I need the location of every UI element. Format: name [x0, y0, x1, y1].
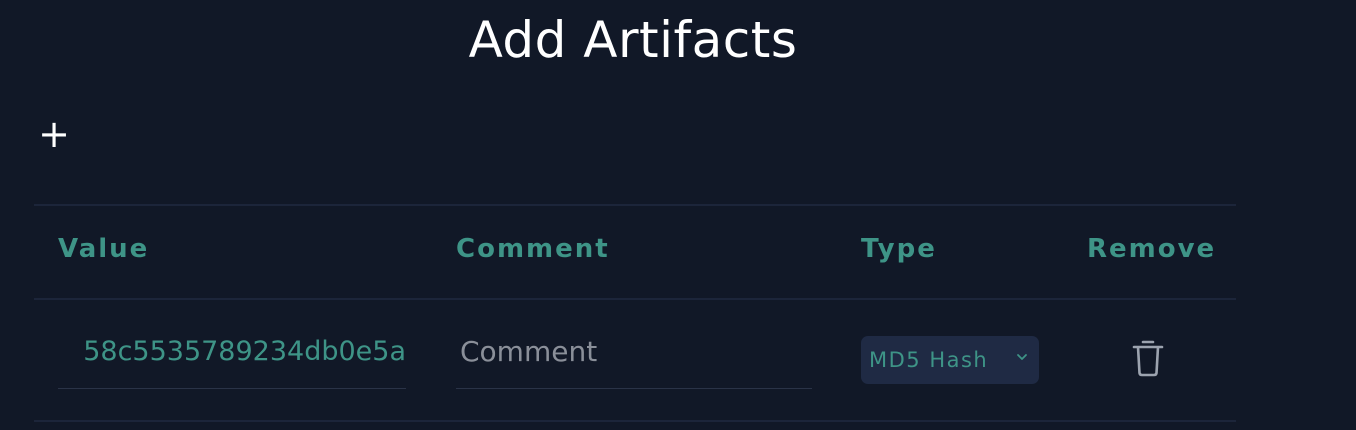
comment-cell: [456, 326, 812, 389]
value-input[interactable]: [58, 326, 406, 376]
column-header-remove: Remove: [1087, 234, 1217, 264]
column-header-type: Type: [861, 234, 937, 264]
table-row: MD5 Hash: [34, 300, 1236, 420]
type-select-value: MD5 Hash: [869, 348, 989, 372]
comment-input[interactable]: [456, 326, 810, 376]
table-bottom-divider: [34, 420, 1236, 422]
value-cell: [58, 326, 406, 389]
add-artifact-button[interactable]: +: [36, 114, 72, 154]
column-header-comment: Comment: [456, 234, 610, 264]
table-header-row: Value Comment Type Remove: [34, 206, 1236, 298]
chevron-down-icon: [1017, 354, 1027, 360]
trash-icon[interactable]: [1130, 338, 1166, 378]
page-title: Add Artifacts: [468, 11, 798, 69]
column-header-value: Value: [58, 234, 150, 264]
artifacts-table: Value Comment Type Remove MD5 Hash: [34, 204, 1236, 422]
type-select[interactable]: MD5 Hash: [861, 336, 1039, 384]
add-artifacts-panel: Add Artifacts + Value Comment Type Remov…: [0, 0, 1356, 430]
